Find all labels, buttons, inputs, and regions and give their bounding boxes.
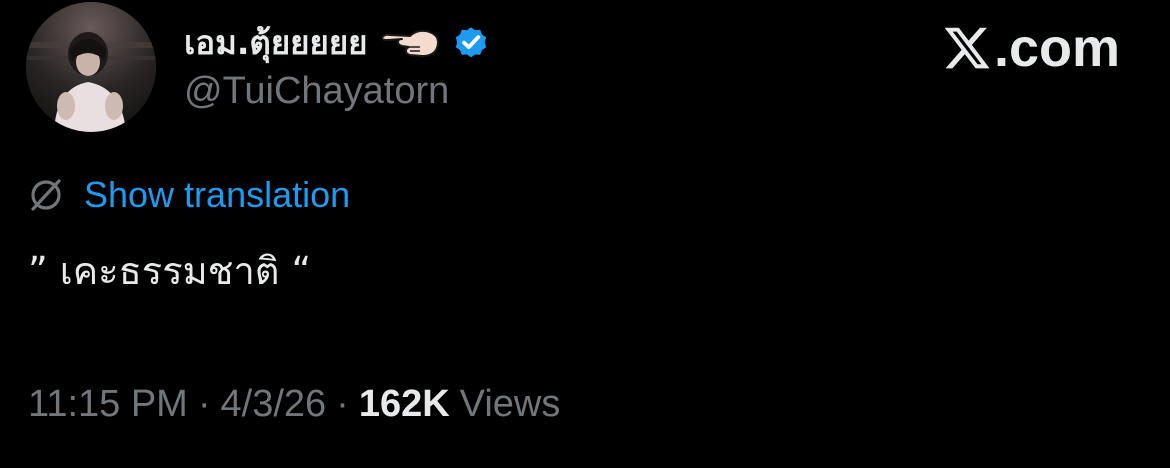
globe-slash-icon: [28, 177, 64, 213]
tweet-text: ” เคะธรรมชาติ “: [28, 249, 312, 293]
author-handle[interactable]: @TuiChayatorn: [184, 70, 449, 113]
show-translation-label[interactable]: Show translation: [84, 174, 350, 216]
tweet-date[interactable]: 4/3/26: [221, 383, 327, 426]
x-logo-icon: [942, 23, 992, 73]
tweet-meta: 11:15 PM · 4/3/26 · 162K Views: [28, 380, 560, 428]
views-label: Views: [459, 382, 561, 425]
meta-separator: ·: [336, 382, 349, 425]
display-name[interactable]: เอม.ตุ้ยยยยย: [184, 16, 368, 69]
avatar[interactable]: [26, 2, 156, 132]
brand-domain-text: .com: [993, 18, 1120, 78]
author-name-row: เอม.ตุ้ยยยยย: [184, 14, 490, 70]
meta-separator: ·: [197, 382, 211, 425]
backhand-index-pointing-left-icon: [380, 24, 440, 60]
avatar-photo: [26, 2, 156, 132]
verified-badge-icon[interactable]: [452, 23, 490, 61]
views-count[interactable]: 162K: [359, 383, 450, 426]
show-translation-link[interactable]: Show translation: [28, 170, 350, 220]
tweet-time[interactable]: 11:15 PM: [28, 383, 188, 426]
brand-logo: .com: [942, 18, 1120, 78]
